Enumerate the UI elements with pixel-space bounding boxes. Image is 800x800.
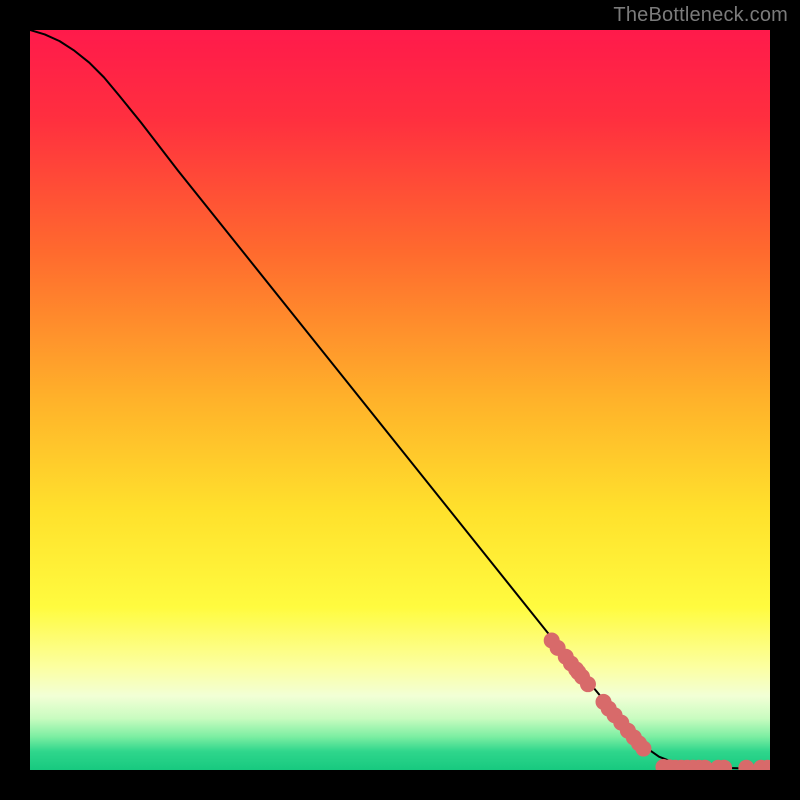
root: TheBottleneck.com (0, 0, 800, 800)
gradient-background (30, 30, 770, 770)
watermark-text: TheBottleneck.com (613, 4, 788, 27)
plot-area (30, 30, 770, 770)
scatter-point (635, 741, 651, 757)
scatter-point (580, 676, 596, 692)
plot-svg (30, 30, 770, 770)
